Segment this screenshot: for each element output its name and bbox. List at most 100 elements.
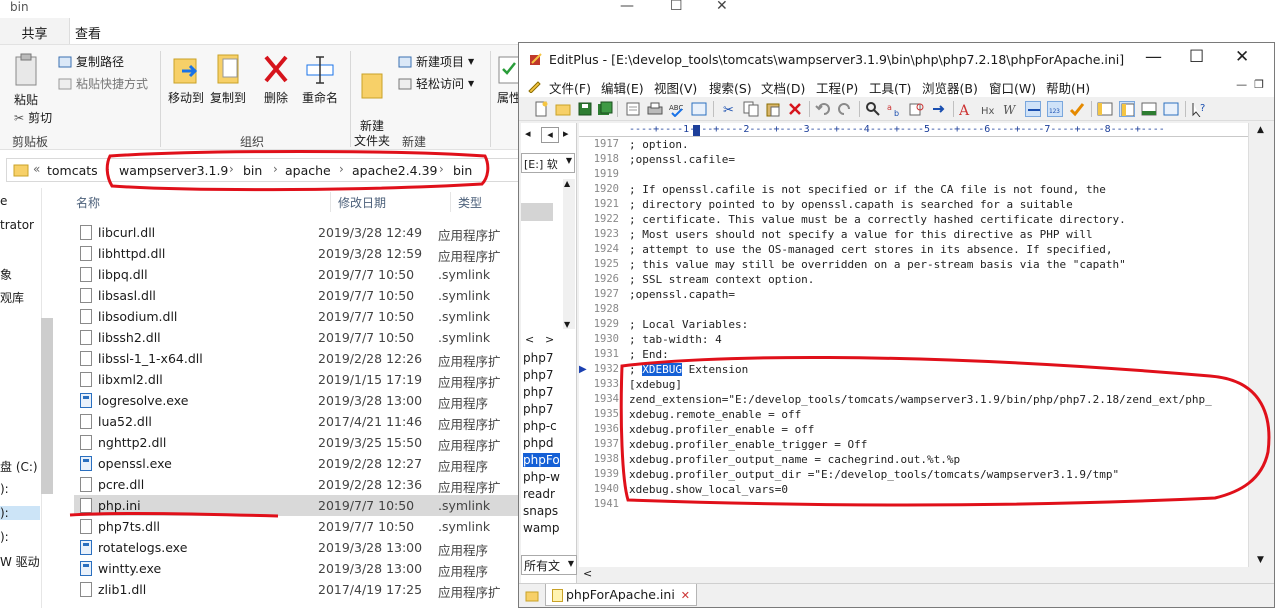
rename-button[interactable]: 重命名 (298, 53, 342, 106)
directory-file-item[interactable]: php-w (523, 470, 560, 484)
spellcheck-icon[interactable]: ABC (669, 101, 685, 117)
panel-tab[interactable]: ◂ (541, 127, 559, 143)
close-tab-icon[interactable]: ✕ (681, 589, 690, 602)
menu-project[interactable]: 工程(P) (816, 78, 858, 97)
copy-icon[interactable] (743, 101, 759, 117)
menu-document[interactable]: 文档(D) (761, 78, 805, 97)
nav-item-selected[interactable]: ): (0, 506, 40, 520)
minimize-icon[interactable]: — (620, 0, 634, 14)
nav-item[interactable]: W 驱动 (0, 553, 40, 570)
paste-shortcut-button[interactable]: 粘贴快捷方式 (58, 75, 148, 92)
copy-to-button[interactable]: 复制到 (208, 53, 248, 106)
output-window-icon[interactable] (1141, 101, 1157, 117)
file-filter-select[interactable]: 所有文 ▼ (521, 555, 577, 575)
full-screen-icon[interactable] (1163, 101, 1179, 117)
nav-item[interactable]: ): (0, 482, 9, 496)
tree-hscrollbar[interactable]: < > (521, 333, 575, 347)
scroll-up-icon[interactable]: ▲ (1257, 125, 1264, 135)
menu-edit[interactable]: 编辑(E) (601, 78, 644, 97)
column-date[interactable]: 修改日期 (338, 194, 386, 211)
overflow-chevron-icon[interactable]: « (33, 162, 40, 176)
menu-window[interactable]: 窗口(W) (989, 78, 1036, 97)
mdi-window-controls[interactable]: — ❐ (1236, 78, 1264, 91)
move-to-button[interactable]: 移动到 (166, 53, 206, 106)
scroll-left-icon[interactable]: < (525, 333, 534, 346)
right-arrow-icon[interactable]: ▸ (563, 127, 569, 140)
nav-item[interactable]: 观库 (0, 289, 24, 306)
directory-file-item[interactable]: readr (523, 487, 555, 501)
word-wrap-icon[interactable]: W (1003, 101, 1019, 117)
cliptext-window-icon[interactable] (1097, 101, 1113, 117)
directory-file-item[interactable]: php7 (523, 402, 553, 416)
directory-file-item[interactable]: php7 (523, 368, 553, 382)
menu-help[interactable]: 帮助(H) (1046, 78, 1090, 97)
nav-item[interactable]: e (0, 194, 7, 208)
maximize-icon[interactable]: ☐ (670, 0, 683, 14)
tab-view[interactable]: 查看 (75, 23, 101, 42)
scroll-down-icon[interactable]: ▼ (1257, 555, 1264, 565)
goto-line-icon[interactable] (931, 101, 947, 117)
hex-view-icon[interactable]: Hx (981, 101, 997, 117)
breadcrumb-item[interactable]: apache (285, 163, 331, 178)
new-file-icon[interactable] (533, 101, 549, 117)
redo-icon[interactable] (837, 101, 853, 117)
browser-preview-icon[interactable] (691, 101, 707, 117)
directory-tree[interactable]: ▲ ▼ (521, 179, 575, 329)
directory-file-item[interactable]: phpFo (523, 453, 560, 467)
scroll-up-icon[interactable]: ▲ (564, 179, 570, 188)
nav-item[interactable]: 盘 (C:) (0, 458, 38, 475)
undo-icon[interactable] (815, 101, 831, 117)
nav-item[interactable]: 象 (0, 266, 12, 283)
tree-scrollbar[interactable]: ▲ ▼ (563, 179, 575, 329)
drive-selector[interactable]: [E:] 软 ▼ (521, 153, 575, 173)
document-tab[interactable]: phpForApache.ini ✕ (545, 584, 697, 606)
directory-tree-selection[interactable] (521, 203, 553, 221)
scroll-left-icon[interactable]: < (583, 567, 592, 580)
new-item-button[interactable]: 新建项目 ▼ (398, 53, 474, 70)
print-icon[interactable] (647, 101, 663, 117)
find-icon[interactable] (865, 101, 881, 117)
editor-hscrollbar[interactable]: < (579, 567, 1248, 581)
menu-file[interactable]: 文件(F) (549, 78, 591, 97)
close-icon[interactable]: ✕ (1235, 47, 1249, 67)
column-name[interactable]: 名称 (76, 194, 100, 211)
copy-path-button[interactable]: 复制路径 (58, 53, 124, 70)
open-folder-icon[interactable] (555, 101, 571, 117)
breadcrumb-item[interactable]: bin (453, 163, 472, 178)
nav-item[interactable]: trator (0, 218, 34, 232)
column-divider[interactable] (330, 192, 331, 212)
tab-share[interactable]: 共享 (0, 18, 70, 44)
print-preview-icon[interactable] (625, 101, 641, 117)
paste-button[interactable]: 粘贴 (8, 53, 44, 108)
directory-file-item[interactable]: snaps (523, 504, 558, 518)
directory-file-item[interactable]: php-c (523, 419, 557, 433)
nav-item[interactable]: ): (0, 530, 9, 544)
directory-file-item[interactable]: php7 (523, 385, 553, 399)
new-folder-button[interactable]: 新建 文件夹 (354, 53, 390, 149)
easy-access-button[interactable]: 轻松访问 ▼ (398, 75, 474, 92)
font-icon[interactable]: A (959, 101, 975, 117)
column-divider[interactable] (450, 192, 451, 212)
close-icon[interactable]: ✕ (716, 0, 728, 14)
replace-icon[interactable]: ab (887, 101, 903, 117)
menu-browser[interactable]: 浏览器(B) (922, 78, 978, 97)
scroll-down-icon[interactable]: ▼ (564, 320, 570, 329)
save-all-icon[interactable] (597, 101, 613, 117)
directory-file-item[interactable]: phpd (523, 436, 553, 450)
line-number-toggle-icon[interactable]: 123 (1047, 101, 1063, 117)
breadcrumb-item[interactable]: apache2.4.39 (352, 163, 438, 178)
cut-button[interactable]: ✂ 剪切 (14, 109, 52, 126)
column-type[interactable]: 类型 (458, 194, 482, 211)
directory-file-item[interactable]: wamp (523, 521, 559, 535)
cut-icon[interactable]: ✂ (721, 101, 737, 117)
save-icon[interactable] (577, 101, 593, 117)
menu-search[interactable]: 搜索(S) (709, 78, 752, 97)
breadcrumb-item[interactable]: tomcats (47, 163, 98, 178)
scroll-right-icon[interactable]: > (545, 333, 554, 346)
ruler-toggle-icon[interactable] (1025, 101, 1041, 117)
maximize-icon[interactable]: ☐ (1189, 47, 1204, 67)
delete-button[interactable]: 删除 (258, 53, 294, 106)
left-arrow-icon[interactable]: ◂ (525, 127, 531, 140)
menu-view[interactable]: 视图(V) (654, 78, 697, 97)
nav-scrollbar-thumb[interactable] (41, 318, 53, 494)
